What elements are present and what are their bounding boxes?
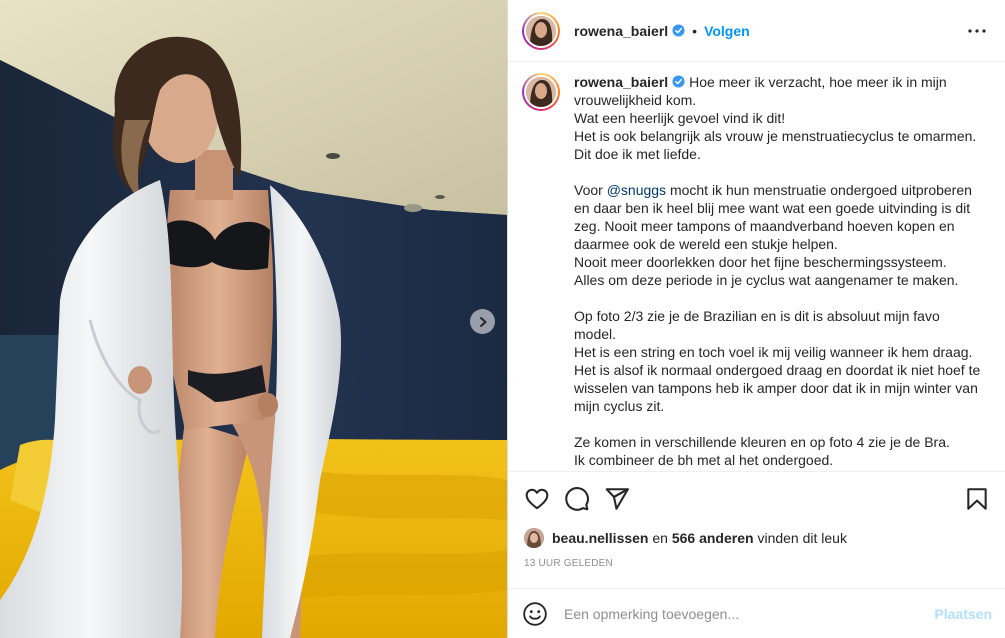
caption-paragraph: Voor @snuggs mocht ik hun menstruatie on… bbox=[574, 181, 984, 289]
share-icon bbox=[605, 488, 629, 510]
save-button[interactable] bbox=[964, 486, 990, 512]
post-photo[interactable] bbox=[0, 0, 507, 638]
verified-badge-icon bbox=[672, 75, 685, 88]
caption-paragraph: rowena_baierl Hoe meer ik verzacht, hoe m… bbox=[574, 73, 984, 163]
caption-line: Voor bbox=[574, 182, 607, 198]
emoji-button[interactable] bbox=[522, 601, 548, 627]
caption-avatar[interactable] bbox=[522, 73, 560, 111]
caption-line: Op foto 2/3 zie je de Brazilian en is di… bbox=[574, 308, 940, 342]
caption-line: Wat een heerlijk gevoel vind ik dit! bbox=[574, 110, 786, 126]
verified-badge-icon bbox=[672, 24, 685, 37]
liker-username-link[interactable]: beau.nellissen bbox=[552, 530, 648, 546]
caption-line: Het is een string en toch voel ik mij ve… bbox=[574, 344, 981, 414]
avatar-image bbox=[526, 15, 556, 46]
caption-paragraph: Op foto 2/3 zie je de Brazilian en is di… bbox=[574, 307, 984, 415]
separator-dot: • bbox=[692, 22, 698, 39]
caption-line: Ik combineer de bh met al het ondergoed. bbox=[574, 452, 834, 468]
post-sidebar: rowena_baierl • Volgen rowena_baierl Hoe… bbox=[507, 0, 1005, 638]
caption-line: Alles om deze periode in je cyclus wat a… bbox=[574, 272, 959, 288]
avatar[interactable] bbox=[522, 11, 560, 50]
instagram-post: rowena_baierl • Volgen rowena_baierl Hoe… bbox=[0, 0, 1005, 638]
more-horizontal-icon bbox=[968, 29, 986, 33]
mention-link[interactable]: @snuggs bbox=[607, 182, 666, 198]
caption-line: Ze komen in verschillende kleuren en op … bbox=[574, 434, 950, 450]
caption-text: rowena_baierl Hoe meer ik verzacht, hoe m… bbox=[574, 73, 984, 471]
comment-input[interactable] bbox=[564, 605, 914, 622]
caption-section: rowena_baierl Hoe meer ik verzacht, hoe m… bbox=[508, 63, 1005, 471]
post-comment-button[interactable]: Plaatsen bbox=[934, 606, 992, 622]
caption-username-link[interactable]: rowena_baierl bbox=[574, 74, 668, 90]
heart-icon bbox=[525, 488, 549, 510]
more-options-button[interactable] bbox=[966, 22, 988, 40]
emoji-icon bbox=[523, 601, 547, 626]
chevron-right-icon bbox=[479, 316, 486, 327]
username-link[interactable]: rowena_baierl bbox=[574, 23, 668, 39]
action-bar bbox=[508, 471, 1005, 527]
like-button[interactable] bbox=[524, 486, 550, 512]
comment-icon bbox=[565, 487, 589, 511]
post-timestamp[interactable]: 13 UUR GELEDEN bbox=[524, 558, 613, 569]
next-photo-button[interactable] bbox=[470, 309, 495, 334]
caption-line: Nooit meer doorlekken door het fijne bes… bbox=[574, 254, 947, 270]
follow-button[interactable]: Volgen bbox=[704, 23, 750, 39]
avatar-image bbox=[526, 77, 556, 107]
photo-scene bbox=[0, 0, 507, 638]
likes-suffix: vinden dit leuk bbox=[753, 530, 847, 546]
caption-paragraph: Ze komen in verschillende kleuren en op … bbox=[574, 433, 984, 469]
bookmark-icon bbox=[967, 488, 987, 510]
comment-box: Plaatsen bbox=[508, 588, 1005, 638]
post-header: rowena_baierl • Volgen bbox=[508, 0, 1005, 62]
likes-connector: en bbox=[648, 530, 672, 546]
likes-count-link[interactable]: 566 anderen bbox=[672, 530, 754, 546]
share-button[interactable] bbox=[604, 486, 630, 512]
liker-avatar[interactable] bbox=[524, 528, 544, 548]
likes-summary: beau.nellissen en 566 anderen vinden dit… bbox=[524, 527, 847, 549]
caption-line: Het is ook belangrijk als vrouw je menst… bbox=[574, 128, 977, 162]
comment-button[interactable] bbox=[564, 486, 590, 512]
